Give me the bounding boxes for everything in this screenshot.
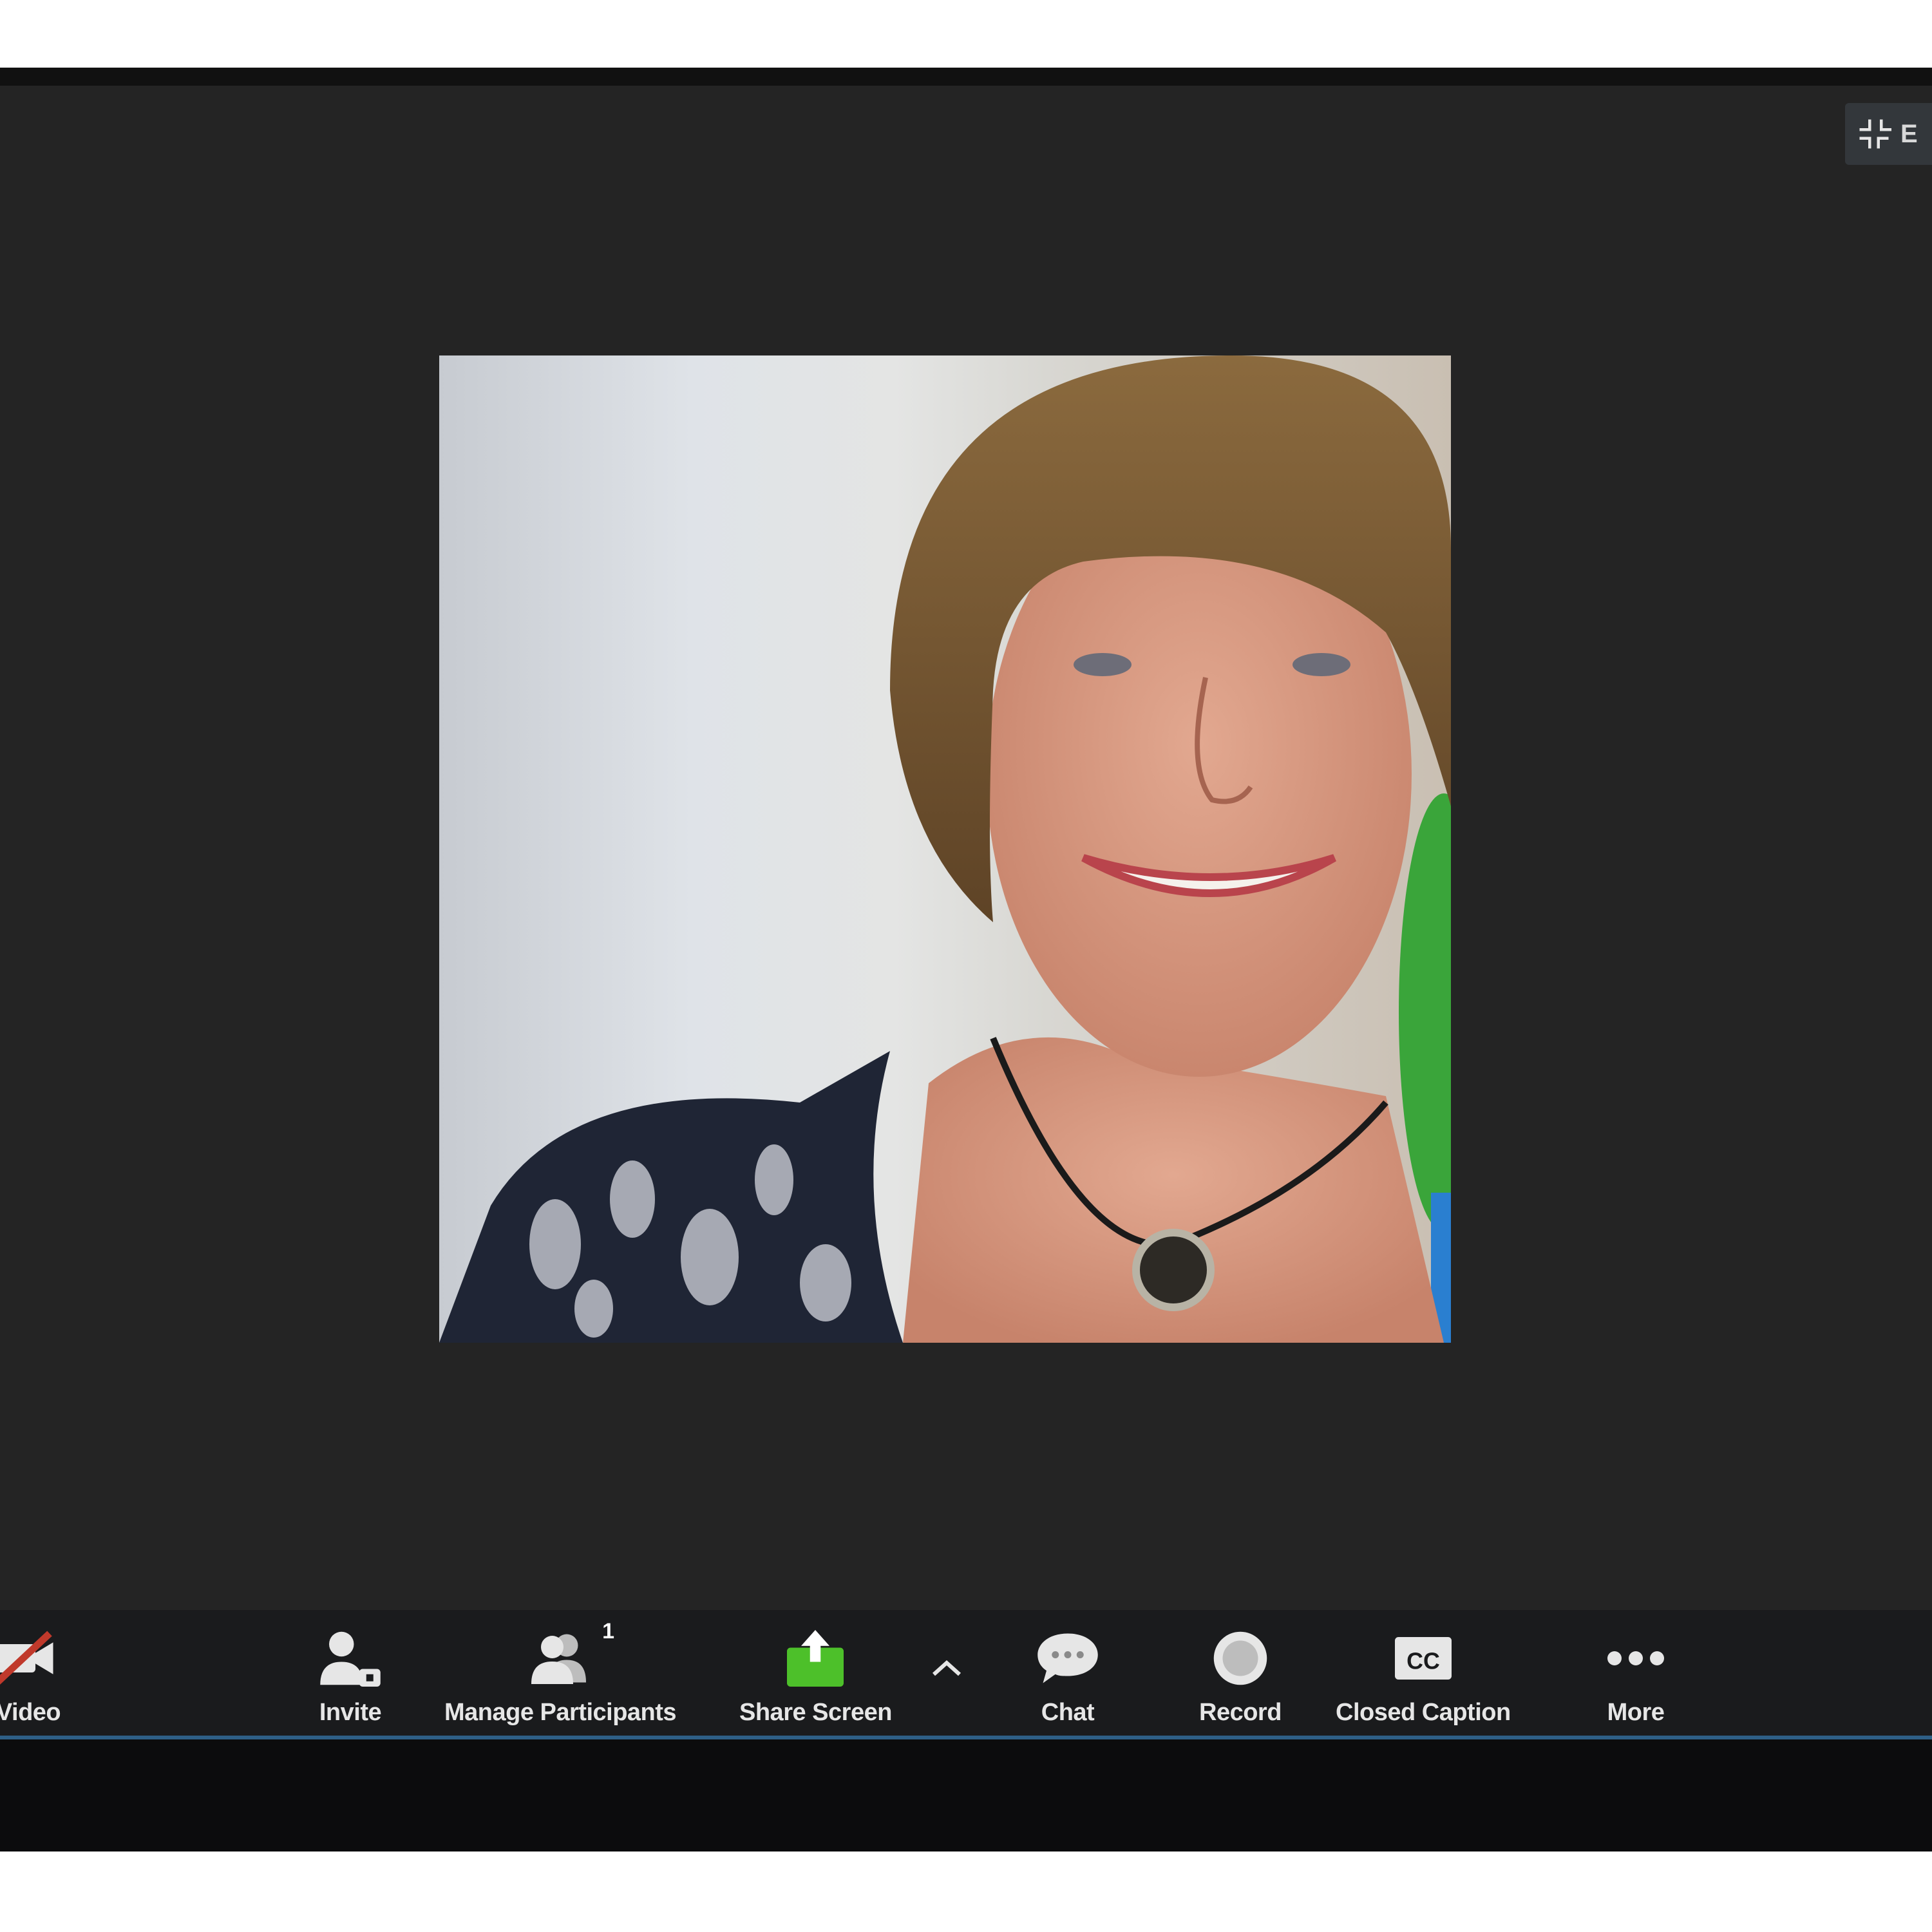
more-label: More bbox=[1607, 1699, 1665, 1726]
closed-caption-button[interactable]: CC Closed Caption bbox=[1336, 1623, 1511, 1732]
bottom-bar bbox=[0, 1739, 1932, 1852]
chevron-up-icon bbox=[932, 1660, 961, 1676]
closed-caption-icon: CC bbox=[1394, 1637, 1452, 1680]
more-icon bbox=[1607, 1651, 1664, 1665]
video-button[interactable]: Video bbox=[0, 1623, 67, 1732]
manage-participants-button[interactable]: 1 Manage Participants bbox=[444, 1619, 677, 1732]
record-icon bbox=[1213, 1631, 1267, 1685]
exit-fullscreen-label: E bbox=[1900, 119, 1918, 148]
record-label: Record bbox=[1199, 1699, 1282, 1726]
participant-video-image bbox=[439, 355, 1451, 1343]
closed-caption-label: Closed Caption bbox=[1336, 1699, 1511, 1726]
chat-button[interactable]: Chat bbox=[1029, 1623, 1106, 1732]
video-label: Video bbox=[0, 1699, 61, 1726]
share-screen-label: Share Screen bbox=[739, 1699, 892, 1726]
app-frame: E Video Invite 1 Manage Participants Sha… bbox=[0, 0, 1932, 1932]
share-screen-icon bbox=[787, 1630, 844, 1687]
window-top-bar bbox=[0, 68, 1932, 86]
invite-button[interactable]: Invite bbox=[312, 1623, 389, 1732]
more-button[interactable]: More bbox=[1597, 1623, 1674, 1732]
participants-icon bbox=[531, 1634, 587, 1684]
share-options-caret[interactable] bbox=[927, 1649, 966, 1687]
invite-icon bbox=[320, 1631, 381, 1687]
record-button[interactable]: Record bbox=[1199, 1623, 1282, 1732]
chat-label: Chat bbox=[1041, 1699, 1095, 1726]
participant-count-badge: 1 bbox=[602, 1619, 615, 1643]
exit-fullscreen-icon bbox=[1859, 119, 1891, 149]
exit-fullscreen-button[interactable]: E bbox=[1845, 103, 1932, 165]
chat-icon bbox=[1037, 1633, 1098, 1683]
participant-video bbox=[439, 355, 1451, 1343]
cc-icon-text: CC bbox=[1406, 1649, 1440, 1674]
invite-label: Invite bbox=[319, 1699, 382, 1726]
share-screen-button[interactable]: Share Screen bbox=[739, 1623, 892, 1732]
manage-participants-label: Manage Participants bbox=[444, 1699, 677, 1726]
video-off-icon bbox=[0, 1631, 53, 1685]
